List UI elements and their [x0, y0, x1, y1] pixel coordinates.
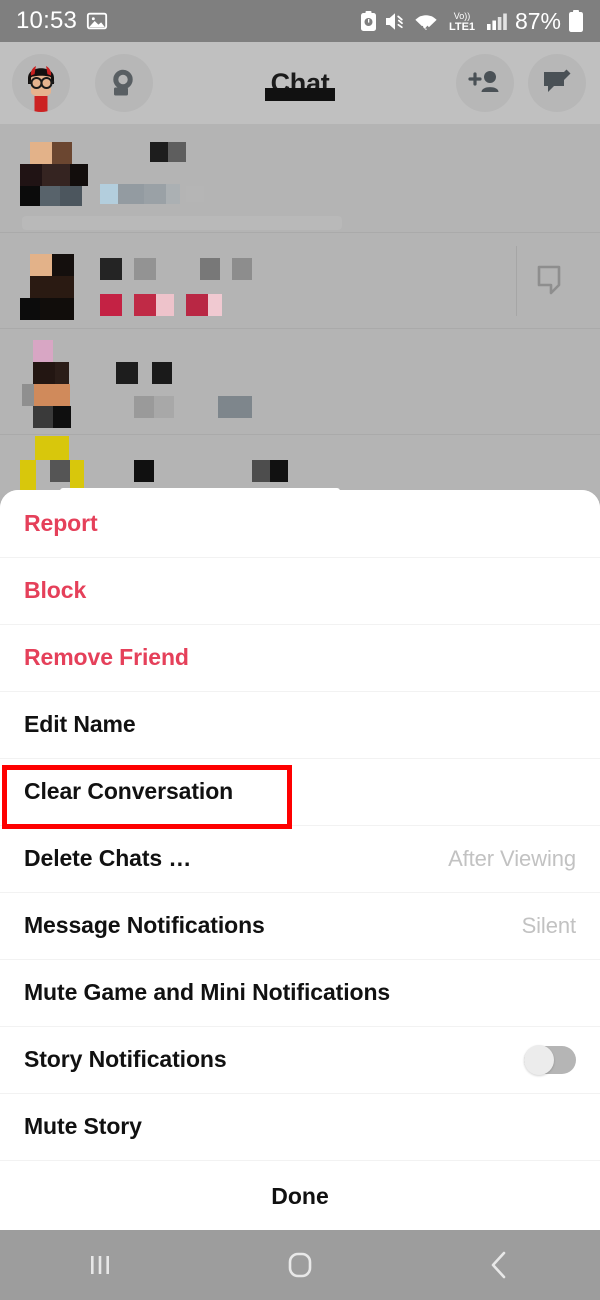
chat-list	[0, 124, 600, 494]
menu-item-mute-story[interactable]: Mute Story	[0, 1093, 600, 1160]
menu-item-label: Remove Friend	[24, 644, 189, 670]
status-bar-right: Vo)) LTE1 87%	[360, 8, 584, 35]
menu-item-block[interactable]: Block	[0, 557, 600, 624]
svg-text:Vo)): Vo))	[454, 11, 471, 21]
battery-percent: 87%	[514, 7, 561, 34]
menu-item-clear-conversation[interactable]: Clear Conversation	[0, 758, 600, 825]
image-icon	[86, 12, 108, 30]
recents-button[interactable]	[0, 1250, 200, 1280]
status-bar-left: 10:53	[16, 7, 108, 35]
back-icon	[491, 1251, 506, 1279]
list-item[interactable]	[0, 234, 600, 330]
status-bar: 10:53 Vo)) LTE1 87%	[0, 0, 600, 42]
search-icon[interactable]	[95, 54, 153, 112]
android-nav-bar	[0, 1230, 600, 1300]
done-button[interactable]: Done	[0, 1160, 600, 1230]
menu-item-edit-name[interactable]: Edit Name	[0, 691, 600, 758]
add-friend-button[interactable]	[456, 54, 514, 112]
new-chat-icon	[544, 69, 571, 92]
menu-item-label: Edit Name	[24, 711, 136, 737]
story-notifications-toggle[interactable]	[524, 1044, 576, 1075]
chat-bubble-icon	[537, 265, 561, 295]
alarm-icon	[360, 10, 376, 31]
menu-item-message-notifications[interactable]: Message Notifications Silent	[0, 892, 600, 959]
menu-item-label: Clear Conversation	[24, 778, 234, 804]
svg-text:LTE1: LTE1	[449, 21, 475, 32]
list-item[interactable]	[0, 124, 600, 234]
list-item[interactable]	[0, 330, 600, 436]
menu-item-value: Silent	[521, 912, 577, 938]
home-icon	[288, 1252, 312, 1278]
menu-item-value: After Viewing	[448, 845, 576, 871]
menu-item-label: Message Notifications	[24, 912, 265, 938]
back-button[interactable]	[400, 1249, 600, 1281]
menu-item-report[interactable]: Report	[0, 490, 600, 557]
app-header: Chat	[0, 42, 600, 124]
volte-icon: Vo)) LTE1	[449, 11, 475, 32]
menu-item-remove-friend[interactable]: Remove Friend	[0, 624, 600, 691]
menu-item-delete-chats[interactable]: Delete Chats … After Viewing	[0, 825, 600, 892]
list-item[interactable]	[0, 436, 600, 494]
menu-item-label: Mute Story	[24, 1113, 142, 1139]
signal-icon	[486, 13, 507, 30]
menu-item-label: Report	[24, 510, 98, 536]
action-sheet: Report Block Remove Friend Edit Name Cle…	[0, 490, 600, 1230]
add-friend-icon	[468, 71, 499, 92]
menu-item-story-notifications[interactable]: Story Notifications	[0, 1026, 600, 1093]
bitmoji-avatar-icon	[28, 66, 55, 112]
done-button-label: Done	[271, 1182, 329, 1209]
status-bar-clock: 10:53	[16, 7, 78, 34]
menu-item-mute-game-notifications[interactable]: Mute Game and Mini Notifications	[0, 959, 600, 1026]
page-title: Chat	[264, 67, 336, 101]
menu-item-label: Delete Chats …	[24, 845, 192, 871]
menu-item-label: Story Notifications	[24, 1046, 227, 1072]
battery-icon	[569, 9, 583, 32]
magnifier-icon	[113, 69, 133, 96]
menu-item-label: Block	[24, 577, 87, 603]
phone-screen: 10:53 Vo)) LTE1 87% Chat Report Block Re…	[0, 0, 600, 1300]
title-censor-bar	[264, 87, 336, 101]
home-button[interactable]	[200, 1248, 400, 1282]
toggle-knob	[524, 1044, 554, 1075]
recents-icon	[91, 1256, 109, 1274]
page-title-text: Chat	[270, 67, 330, 98]
wifi-icon	[415, 14, 437, 31]
new-chat-button[interactable]	[528, 54, 586, 112]
menu-item-label: Mute Game and Mini Notifications	[24, 979, 391, 1005]
mute-icon	[385, 12, 403, 30]
avatar[interactable]	[12, 54, 70, 112]
